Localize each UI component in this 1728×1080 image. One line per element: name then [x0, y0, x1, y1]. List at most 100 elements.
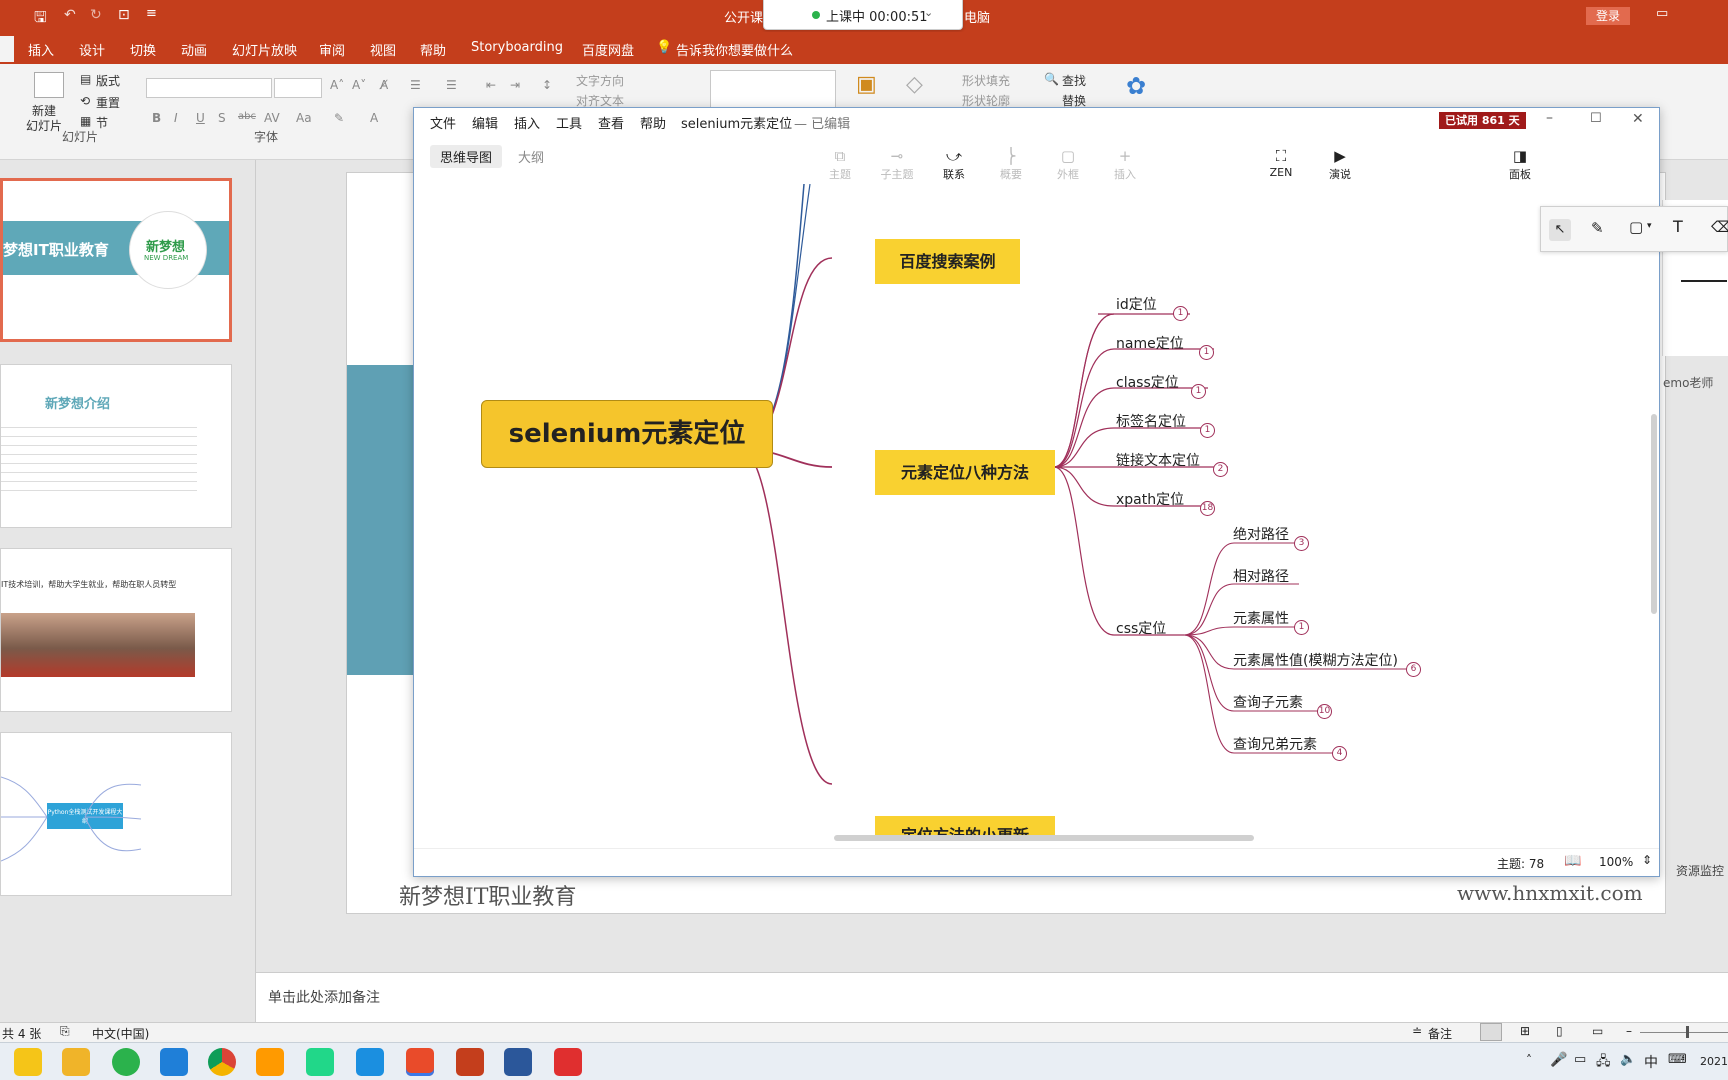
microphone-icon[interactable]: 🎤 — [1550, 1052, 1567, 1068]
zen-mode-button[interactable]: ⛶ ZEN — [1258, 146, 1304, 179]
text-tool-icon[interactable]: T — [1673, 217, 1683, 236]
chevron-up-icon[interactable]: ˄ — [1526, 1053, 1532, 1067]
leaf-css-locator[interactable]: css定位 — [1116, 618, 1166, 638]
trial-badge[interactable]: 已试用 861 天 — [1439, 112, 1526, 129]
central-topic[interactable]: selenium元素定位 — [481, 400, 773, 468]
eraser-icon[interactable]: ⌫ — [1711, 218, 1728, 236]
chrome-icon[interactable] — [208, 1048, 236, 1076]
count-badge[interactable]: 3 — [1294, 536, 1309, 551]
pen-icon[interactable]: ✎ — [1591, 219, 1604, 237]
numbering-icon[interactable]: ☰ — [446, 78, 457, 92]
topic-eight-locators[interactable]: 元素定位八种方法 — [875, 450, 1055, 495]
relationship-tool[interactable]: ⤻ 联系 — [931, 146, 977, 182]
resource-monitor-label[interactable]: 资源监控 — [1676, 862, 1724, 879]
minimize-icon[interactable]: – — [1546, 110, 1553, 126]
menu-file[interactable]: 文件 — [430, 113, 456, 132]
redo-icon[interactable]: ↻ — [90, 7, 102, 23]
language-indicator[interactable]: 中文(中国) — [92, 1025, 149, 1042]
pycharm-icon[interactable] — [306, 1048, 334, 1076]
leaf-class-locator[interactable]: class定位 — [1116, 372, 1179, 392]
underline-icon[interactable]: U — [196, 111, 205, 125]
tab-design[interactable]: 设计 — [79, 40, 105, 59]
book-icon[interactable]: 📖 — [1564, 853, 1581, 869]
strikethrough-icon[interactable]: abc — [238, 111, 256, 122]
maximize-icon[interactable]: ☐ — [1590, 111, 1602, 126]
find-button[interactable]: 查找 — [1062, 72, 1086, 89]
count-badge[interactable]: 1 — [1200, 423, 1215, 438]
insert-tool[interactable]: + 插入 — [1102, 146, 1148, 182]
leaf-query-child[interactable]: 查询子元素 — [1233, 692, 1303, 712]
tab-review[interactable]: 审阅 — [319, 40, 345, 59]
leaf-xpath-locator[interactable]: xpath定位 — [1116, 489, 1184, 509]
arrange-icon[interactable]: ▣ — [856, 72, 877, 97]
horizontal-scrollbar[interactable] — [834, 835, 1254, 841]
count-badge[interactable]: 18 — [1200, 501, 1215, 516]
green-app-icon[interactable] — [112, 1048, 140, 1076]
zoom-slider-thumb[interactable] — [1686, 1026, 1689, 1038]
leaf-absolute-path[interactable]: 绝对路径 — [1233, 524, 1289, 544]
highlight-icon[interactable]: ✎ — [334, 111, 344, 125]
tab-mindmap[interactable]: 思维导图 — [430, 145, 503, 168]
tab-storyboarding[interactable]: Storyboarding — [471, 40, 563, 55]
italic-icon[interactable]: I — [174, 111, 178, 125]
tab-view[interactable]: 视图 — [370, 40, 396, 59]
recording-indicator[interactable]: 上课中 00:00:51 ⌄ — [763, 0, 963, 30]
ribbon-display-icon[interactable]: ▭ — [1656, 6, 1668, 21]
login-button[interactable]: 登录 — [1586, 7, 1630, 25]
volume-icon[interactable]: 🔈 — [1620, 1052, 1636, 1067]
acrobat-icon[interactable] — [554, 1048, 582, 1076]
count-badge[interactable]: 6 — [1406, 662, 1421, 677]
subtopic-tool[interactable]: ⊸ 子主题 — [874, 146, 920, 182]
slide-thumbnail-1[interactable]: 梦想IT职业教育 新梦想 NEW DREAM — [0, 178, 232, 342]
leaf-linktext-locator[interactable]: 链接文本定位 — [1116, 450, 1200, 470]
font-name-select[interactable] — [146, 78, 272, 98]
topic-baidu-search-case[interactable]: 百度搜索案例 — [875, 239, 1020, 284]
zoom-stepper-icon[interactable]: ⇕ — [1642, 853, 1652, 867]
xmind-icon[interactable] — [406, 1048, 434, 1076]
menu-edit[interactable]: 编辑 — [472, 113, 498, 132]
topic-tool[interactable]: ⧉ 主题 — [817, 146, 863, 182]
select-arrow-icon[interactable]: ↖ — [1549, 219, 1571, 241]
ime-indicator[interactable]: 中 — [1644, 1052, 1658, 1072]
keyboard-icon[interactable]: ⌨ — [1668, 1052, 1687, 1067]
text-direction-button[interactable]: 文字方向 — [576, 72, 624, 89]
zoom-slider[interactable] — [1640, 1032, 1728, 1033]
close-icon[interactable]: ✕ — [1632, 111, 1644, 127]
reading-view-icon[interactable]: ▯ — [1556, 1024, 1563, 1038]
leaf-id-locator[interactable]: id定位 — [1116, 294, 1157, 314]
zoom-out-icon[interactable]: – — [1626, 1024, 1632, 1038]
baidu-netdisk-icon[interactable]: ✿ — [1126, 72, 1146, 100]
tell-me-search[interactable]: 告诉我你想要做什么 — [676, 40, 793, 59]
customize-qat-icon[interactable]: ≡ — [146, 6, 157, 21]
blue-diamond-app-icon[interactable] — [356, 1048, 384, 1076]
tab-baidu-netdisk[interactable]: 百度网盘 — [582, 40, 634, 59]
count-badge[interactable]: 1 — [1294, 620, 1309, 635]
normal-view-icon[interactable] — [1480, 1023, 1502, 1041]
tab-home-edge[interactable] — [0, 36, 14, 62]
menu-view[interactable]: 查看 — [598, 113, 624, 132]
boundary-tool[interactable]: ▢ 外框 — [1045, 146, 1091, 182]
present-button[interactable]: ▶ 演说 — [1317, 146, 1363, 182]
zoom-level[interactable]: 100% — [1599, 855, 1633, 869]
slideshow-view-icon[interactable]: ▭ — [1592, 1024, 1603, 1038]
menu-help[interactable]: 帮助 — [640, 113, 666, 132]
leaf-tagname-locator[interactable]: 标签名定位 — [1116, 411, 1186, 431]
shadow-icon[interactable]: S — [218, 111, 226, 125]
new-slide-button[interactable]: 新建 幻灯片 — [26, 104, 62, 134]
slide-thumbnail-4[interactable]: Python全栈测试开发课程大纲 — [0, 732, 232, 896]
menu-insert[interactable]: 插入 — [514, 113, 540, 132]
vertical-scrollbar[interactable] — [1651, 414, 1657, 614]
decrease-indent-icon[interactable]: ⇤ — [486, 78, 496, 92]
panel-button[interactable]: ◨ 面板 — [1497, 146, 1543, 182]
char-spacing-icon[interactable]: AV — [264, 111, 280, 125]
shape-fill-button[interactable]: 形状填充 — [962, 72, 1010, 89]
quick-styles-icon[interactable]: ◇ — [906, 72, 923, 97]
present-from-start-icon[interactable]: ⊡ — [118, 7, 130, 23]
summary-tool[interactable]: ⎬ 概要 — [988, 146, 1034, 182]
count-badge[interactable]: 4 — [1332, 746, 1347, 761]
network-icon[interactable]: 🖧 — [1596, 1052, 1611, 1074]
bullets-icon[interactable]: ☰ — [410, 78, 421, 92]
battery-icon[interactable]: ▭ — [1574, 1052, 1586, 1067]
file-explorer-icon[interactable] — [62, 1048, 90, 1076]
leaf-relative-path[interactable]: 相对路径 — [1233, 566, 1289, 586]
